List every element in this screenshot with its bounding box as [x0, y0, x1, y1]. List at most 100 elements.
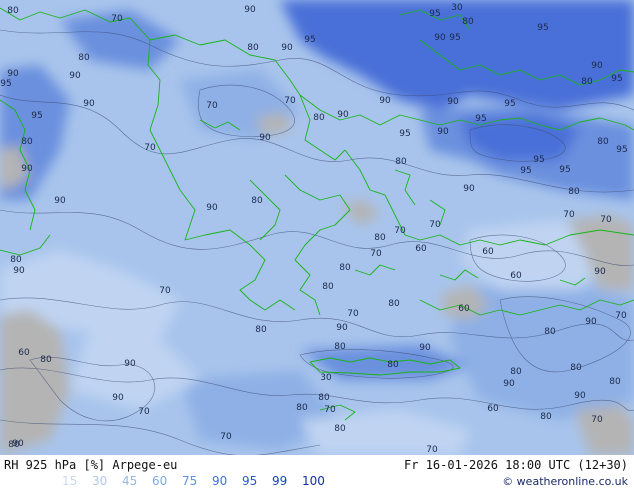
contour-label: 70	[284, 96, 296, 106]
contour-label: 95	[475, 114, 486, 124]
contour-label: 90	[336, 323, 348, 333]
contour-label: 80	[322, 282, 334, 292]
contour-label: 70	[159, 286, 171, 296]
contour-label: 95	[504, 99, 515, 109]
contour-label: 60	[487, 404, 499, 414]
contour-label: 80	[568, 187, 580, 197]
contour-label: 90	[574, 391, 586, 401]
contour-label: 70	[111, 14, 123, 24]
contour-label: 80	[597, 137, 609, 147]
map-footer: RH 925 hPa [%] Arpege-eu Fr 16-01-2026 1…	[0, 455, 634, 490]
contour-label: 90	[112, 393, 124, 403]
contour-label: 80	[247, 43, 259, 53]
contour-label: 95	[559, 165, 570, 175]
contour-label: 95	[0, 79, 11, 89]
contour-label: 70	[324, 405, 336, 415]
contour-label: 80	[374, 233, 386, 243]
contour-label: 80	[339, 263, 351, 273]
contour-label: 70	[426, 445, 438, 455]
contour-label: 90	[13, 266, 25, 276]
forecast-datetime: Fr 16-01-2026 18:00 UTC (12+30)	[404, 458, 628, 472]
contour-label: 90	[503, 379, 515, 389]
legend-value: 95	[242, 474, 258, 488]
contour-label: 90	[437, 127, 449, 137]
contour-label: 80	[334, 424, 346, 434]
contour-label: 70	[370, 249, 382, 259]
contour-label: 60	[482, 247, 494, 257]
contour-label: 90	[419, 343, 431, 353]
contour-label: 60	[18, 348, 30, 358]
contour-label: 80	[544, 327, 556, 337]
contour-label: 90	[447, 97, 459, 107]
contour-label: 80	[395, 157, 407, 167]
map-viewport: 80 70 90 95 30 80 95 80 90 95 90 95 80 90 95 90 90 80 95 90…	[0, 0, 634, 490]
contour-label: 80	[462, 17, 474, 27]
contour-label: 95	[304, 35, 315, 45]
contour-label: 30	[451, 3, 463, 13]
contour-label: 70	[347, 309, 359, 319]
contour-label: 60	[415, 244, 427, 254]
contour-label: 80	[251, 196, 263, 206]
contour-label: 90	[281, 43, 293, 53]
weather-map: 807090 9530809580 9095 90 95809095909080 9590…	[0, 0, 634, 455]
contour-label: 70	[144, 143, 156, 153]
contour-label: 70	[600, 215, 612, 225]
contour-label: 80	[387, 360, 399, 370]
contour-label: 80	[296, 403, 308, 413]
contour-label: 70	[615, 311, 627, 321]
contour-label: 90	[7, 69, 19, 79]
contour-label: 80	[334, 342, 346, 352]
contour-label: 95	[399, 129, 410, 139]
contour-label: 70	[429, 220, 441, 230]
map-title: RH 925 hPa [%] Arpege-eu	[4, 458, 178, 472]
contour-label: 30	[320, 373, 332, 383]
legend-value: 90	[212, 474, 228, 488]
contour-label: 90	[206, 203, 218, 213]
contour-label: 70	[138, 407, 150, 417]
contour-label: 90	[434, 33, 446, 43]
contour-label: 70	[563, 210, 575, 220]
contour-label: 80	[570, 363, 582, 373]
contour-label: 95	[449, 33, 460, 43]
contour-label: 60	[510, 271, 522, 281]
contour-label: 70	[220, 432, 232, 442]
copyright-link[interactable]: © weatheronline.co.uk	[502, 475, 628, 488]
legend-value: 30	[92, 474, 108, 488]
contour-label: 70	[394, 226, 406, 236]
contour-label: 80	[313, 113, 325, 123]
contour-label: 90	[124, 359, 136, 369]
contour-label: 95	[520, 166, 531, 176]
contour-label: 95	[616, 145, 627, 155]
contour-label: 80	[388, 299, 400, 309]
contour-label: 60	[458, 304, 470, 314]
legend-value: 99	[272, 474, 288, 488]
contour-label: 90	[21, 164, 33, 174]
contour-label: 95	[533, 155, 544, 165]
contour-label: 90	[83, 99, 95, 109]
contour-label: 80	[510, 367, 522, 377]
contour-label: 80	[255, 325, 267, 335]
contour-label: 95	[31, 111, 42, 121]
contour-label: 90	[463, 184, 475, 194]
contour-label: 80	[21, 137, 33, 147]
contour-label: 90	[69, 71, 81, 81]
contour-label: 90	[12, 439, 24, 449]
contour-label: 80	[581, 77, 593, 87]
contour-label: 90	[244, 5, 256, 15]
contour-label: 90	[54, 196, 66, 206]
contour-label: 95	[611, 74, 622, 84]
legend-value: 15	[62, 474, 78, 488]
contour-label: 80	[609, 377, 621, 387]
contour-label: 80	[40, 355, 52, 365]
contour-label: 90	[594, 267, 606, 277]
contour-label: 90	[591, 61, 603, 71]
contour-label: 80	[540, 412, 552, 422]
contour-label: 70	[206, 101, 218, 111]
legend-value: 45	[122, 474, 138, 488]
contour-label: 90	[337, 110, 349, 120]
legend-value: 100	[302, 474, 325, 488]
contour-label: 80	[78, 53, 90, 63]
contour-label: 80	[7, 6, 19, 16]
contour-label: 80	[10, 255, 22, 265]
contour-label: 90	[379, 96, 391, 106]
